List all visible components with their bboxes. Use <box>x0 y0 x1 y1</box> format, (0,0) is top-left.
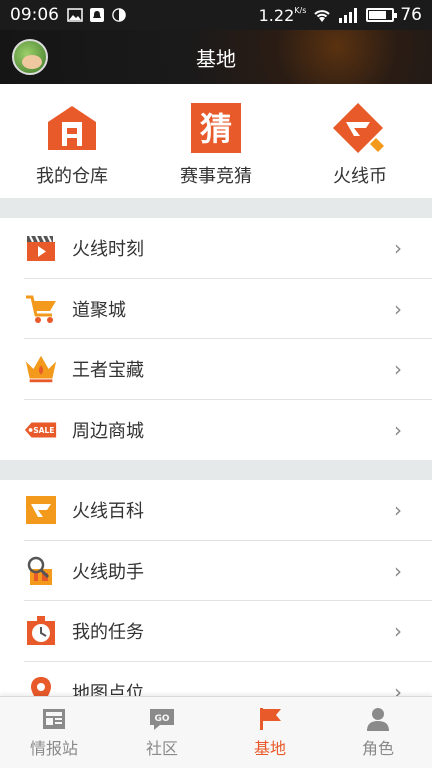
chevron-right-icon: › <box>394 417 402 442</box>
image-icon <box>67 8 83 22</box>
tab-label: 角色 <box>361 739 394 758</box>
menu-item-label: 火线助手 <box>72 561 144 583</box>
community-icon: GO <box>150 709 174 730</box>
header: 基地 <box>0 30 432 84</box>
user-icon <box>367 708 389 731</box>
menu-item-label: 周边商城 <box>72 420 144 442</box>
chevron-right-icon: › <box>394 679 402 696</box>
menu-item-cf-assistant[interactable]: 火线助手 › <box>0 541 432 602</box>
menu-item-daojucheng[interactable]: 道聚城 › <box>0 279 432 340</box>
menu-item-merch-store[interactable]: SALE 周边商城 › <box>0 400 432 461</box>
tab-label: 基地 <box>253 739 286 758</box>
menu-item-map-points[interactable]: 地图点位 › <box>0 662 432 696</box>
sale-tag-icon: SALE <box>24 422 57 438</box>
chevron-right-icon: › <box>394 498 402 523</box>
tab-label: 情报站 <box>29 739 78 758</box>
menu-item-cf-moments[interactable]: 火线时刻 › <box>0 218 432 279</box>
signal-icon <box>339 8 358 23</box>
menu-section-1: 火线时刻 › 道聚城 › 王者宝藏 › SALE 周边商城 › <box>0 218 432 460</box>
video-clapper-icon <box>27 235 55 262</box>
quick-warehouse-label: 我的仓库 <box>36 166 108 187</box>
warehouse-icon <box>48 106 96 150</box>
avatar[interactable] <box>12 39 48 75</box>
network-speed: 1.22K/s <box>258 5 307 25</box>
chevron-right-icon: › <box>394 296 402 321</box>
menu-item-label: 我的任务 <box>72 622 144 644</box>
tab-character[interactable]: 角色 <box>324 697 432 768</box>
menu-item-label: 王者宝藏 <box>72 360 144 382</box>
tab-news[interactable]: 情报站 <box>0 697 108 768</box>
chevron-right-icon: › <box>394 357 402 382</box>
map-pin-icon <box>31 676 51 696</box>
cf-encyclopedia-icon <box>26 496 56 525</box>
tab-label: 社区 <box>145 739 178 758</box>
bottom-tab-bar: 情报站 GO 社区 基地 角色 <box>0 696 432 768</box>
menu-item-king-treasure[interactable]: 王者宝藏 › <box>0 339 432 400</box>
chevron-right-icon: › <box>394 619 402 644</box>
quick-cf-coin-label: 火线币 <box>333 166 387 187</box>
battery-icon <box>366 8 398 22</box>
quick-guess[interactable]: 猜 赛事竞猜 <box>144 84 288 198</box>
task-clock-icon <box>27 616 55 646</box>
quick-warehouse[interactable]: 我的仓库 <box>0 84 144 198</box>
menu-item-label: 地图点位 <box>72 682 144 696</box>
crown-icon <box>25 356 57 383</box>
tab-base[interactable]: 基地 <box>216 697 324 768</box>
quick-cf-coin[interactable]: 火线币 <box>288 84 432 198</box>
chevron-right-icon: › <box>394 236 402 261</box>
status-bar: 09:06 1.22K/s 76 <box>0 0 432 30</box>
tab-community[interactable]: GO 社区 <box>108 697 216 768</box>
chevron-right-icon: › <box>394 558 402 583</box>
assistant-magnifier-icon <box>27 556 52 585</box>
wifi-icon <box>314 10 331 22</box>
menu-item-label: 火线时刻 <box>72 239 144 261</box>
guess-icon: 猜 <box>191 103 241 153</box>
menu-item-label: 火线百科 <box>72 501 144 523</box>
page-title: 基地 <box>196 46 236 71</box>
menu-section-2: 火线百科 › 火线助手 › 我的任务 › 地图点位 › <box>0 480 432 696</box>
status-time: 09:06 <box>10 5 59 25</box>
flag-icon <box>260 708 281 730</box>
shopping-cart-icon <box>26 295 56 323</box>
quick-actions: 我的仓库 猜 赛事竞猜 火线币 <box>0 84 432 198</box>
menu-item-cf-wiki[interactable]: 火线百科 › <box>0 480 432 541</box>
notification-icon <box>90 8 104 22</box>
svg-text:SALE: SALE <box>33 426 54 435</box>
battery-level: 76 <box>400 5 422 25</box>
menu-item-label: 道聚城 <box>72 299 126 321</box>
cf-coin-icon <box>333 103 384 153</box>
menu-item-my-tasks[interactable]: 我的任务 › <box>0 601 432 662</box>
svg-text:猜: 猜 <box>200 110 232 148</box>
news-icon <box>43 709 65 729</box>
quick-guess-label: 赛事竞猜 <box>180 166 252 187</box>
sync-icon <box>112 8 126 22</box>
svg-text:GO: GO <box>154 714 169 724</box>
